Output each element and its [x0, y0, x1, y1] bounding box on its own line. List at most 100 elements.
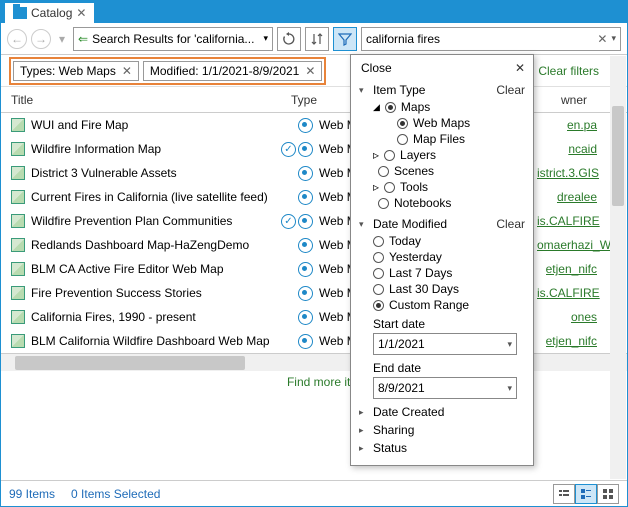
row-title: Current Fires in California (live satell… [31, 190, 273, 204]
map-icon [11, 238, 25, 252]
modified-chip[interactable]: Modified: 1/1/2021-8/9/2021 ✕ [143, 61, 323, 81]
close-panel-icon[interactable]: ✕ [515, 61, 525, 75]
row-badges [279, 310, 313, 325]
clear-filters-link[interactable]: Clear filters [538, 64, 619, 78]
filter-notebooks[interactable]: Notebooks [373, 195, 525, 211]
sharing-section[interactable]: ▸Sharing [351, 421, 533, 439]
remove-chip-icon[interactable]: ✕ [122, 64, 132, 78]
row-badges [279, 190, 313, 205]
close-tab-icon[interactable]: ✕ [76, 6, 86, 20]
selected-count: 0 Items Selected [71, 487, 160, 501]
row-badges [279, 118, 313, 133]
filter-custom[interactable]: Custom Range [373, 297, 525, 313]
row-badges [279, 166, 313, 181]
globe-icon [298, 118, 313, 133]
filter-web-maps[interactable]: Web Maps [397, 115, 525, 131]
expand-icon: ▹ [373, 148, 379, 162]
collapse-icon: ▾ [359, 85, 369, 96]
row-title: Wildfire Prevention Plan Communities [31, 214, 273, 228]
collapse-icon: ▾ [359, 219, 369, 230]
address-text: Search Results for 'california... [92, 32, 259, 46]
col-type-header[interactable]: Type [291, 93, 351, 107]
address-bar[interactable]: ⇐ Search Results for 'california... ▾ [73, 27, 273, 51]
filter-maps[interactable]: ◢Maps [373, 99, 525, 115]
row-title: District 3 Vulnerable Assets [31, 166, 273, 180]
back-button[interactable]: ← [7, 29, 27, 49]
sort-button[interactable] [305, 27, 329, 51]
radio-icon [373, 284, 384, 295]
filter-button[interactable] [333, 27, 357, 51]
types-chip[interactable]: Types: Web Maps ✕ [13, 61, 139, 81]
map-icon [11, 334, 25, 348]
sort-icon [310, 32, 324, 46]
row-title: BLM California Wildfire Dashboard Web Ma… [31, 334, 273, 348]
scrollbar-thumb[interactable] [15, 356, 245, 370]
item-count: 99 Items [9, 487, 55, 501]
filter-scenes[interactable]: Scenes [373, 163, 525, 179]
dropdown-icon[interactable]: ▾ [507, 339, 512, 350]
row-badges: ✓ [279, 214, 313, 229]
view-mode-buttons [553, 484, 619, 504]
scrollbar-thumb[interactable] [612, 106, 624, 206]
map-icon [11, 142, 25, 156]
start-date-field[interactable]: 1/1/2021▾ [373, 333, 517, 355]
filter-last7[interactable]: Last 7 Days [373, 265, 525, 281]
radio-icon [397, 134, 408, 145]
view-details-button[interactable] [575, 484, 597, 504]
catalog-tab[interactable]: Catalog ✕ [5, 3, 94, 23]
radio-icon [378, 198, 389, 209]
row-badges [279, 238, 313, 253]
filter-last30[interactable]: Last 30 Days [373, 281, 525, 297]
expand-icon: ▹ [373, 180, 379, 194]
filter-tools[interactable]: ▹Tools [373, 179, 525, 195]
date-modified-section[interactable]: ▾ Date Modified Clear [359, 215, 525, 233]
map-icon [11, 310, 25, 324]
forward-button[interactable]: → [31, 29, 51, 49]
row-title: BLM CA Active Fire Editor Web Map [31, 262, 273, 276]
radio-icon [373, 252, 384, 263]
row-title: Wildfire Information Map [31, 142, 273, 156]
view-grid-button[interactable] [597, 484, 619, 504]
radio-icon [397, 118, 408, 129]
row-badges [279, 262, 313, 277]
view-list-button[interactable] [553, 484, 575, 504]
search-input[interactable] [366, 32, 593, 46]
section-label: Date Modified [373, 217, 447, 231]
radio-icon [384, 150, 395, 161]
vertical-scrollbar[interactable] [610, 56, 626, 479]
radio-icon [384, 182, 395, 193]
clear-item-type[interactable]: Clear [496, 83, 525, 97]
address-dropdown-icon[interactable]: ▾ [263, 33, 268, 44]
globe-icon [298, 262, 313, 277]
radio-icon [385, 102, 396, 113]
remove-chip-icon[interactable]: ✕ [305, 64, 315, 78]
map-icon [11, 286, 25, 300]
globe-icon [298, 214, 313, 229]
authoritative-icon: ✓ [281, 214, 296, 229]
toolbar: ← → ▾ ⇐ Search Results for 'california..… [1, 23, 627, 55]
filter-map-files[interactable]: Map Files [397, 131, 525, 147]
radio-icon [378, 166, 389, 177]
filter-yesterday[interactable]: Yesterday [373, 249, 525, 265]
history-dropdown[interactable]: ▾ [55, 29, 69, 49]
filter-today[interactable]: Today [373, 233, 525, 249]
refresh-button[interactable] [277, 27, 301, 51]
globe-icon [298, 334, 313, 349]
clear-search-icon[interactable]: ✕ [593, 32, 611, 46]
row-badges [279, 286, 313, 301]
col-title-header[interactable]: Title [11, 93, 291, 107]
start-date-label: Start date [359, 313, 525, 333]
filter-layers[interactable]: ▹Layers [373, 147, 525, 163]
map-icon [11, 262, 25, 276]
end-date-field[interactable]: 8/9/2021▾ [373, 377, 517, 399]
search-dropdown-icon[interactable]: ▾ [611, 33, 616, 44]
status-section[interactable]: ▸Status [351, 439, 533, 457]
radio-icon [373, 268, 384, 279]
search-bar[interactable]: ✕ ▾ [361, 27, 621, 51]
item-type-section[interactable]: ▾ Item Type Clear [359, 81, 525, 99]
date-created-section[interactable]: ▸Date Created [351, 403, 533, 421]
clear-date-modified[interactable]: Clear [496, 217, 525, 231]
row-badges [279, 334, 313, 349]
dropdown-icon[interactable]: ▾ [507, 383, 512, 394]
radio-icon [373, 300, 384, 311]
